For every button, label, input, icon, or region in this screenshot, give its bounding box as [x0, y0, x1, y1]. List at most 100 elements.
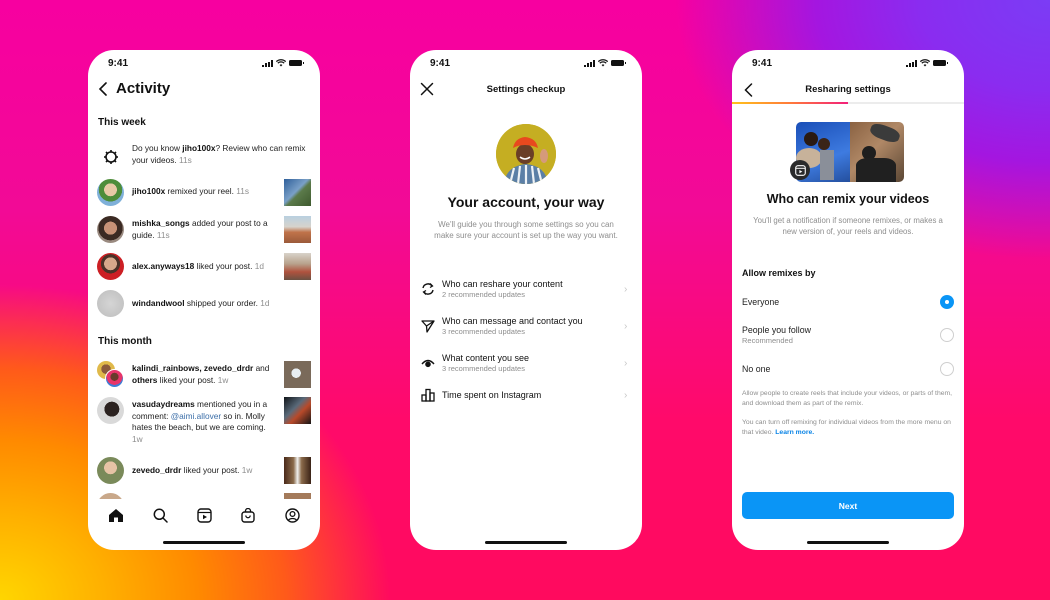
avatar[interactable]	[97, 397, 124, 424]
activity-item[interactable]: windandwool shipped your order. 1d	[97, 290, 311, 317]
activity-text: Do you know jiho100x? Review who can rem…	[132, 143, 306, 165]
signal-icon	[906, 59, 917, 67]
chevron-right-icon: ›	[624, 357, 628, 369]
settings-checkup-phone: 9:41 Settings checkup Your account, your…	[410, 50, 642, 550]
tab-shop[interactable]	[238, 505, 258, 525]
settings-row-title: What content you see	[442, 353, 530, 363]
avatar[interactable]	[97, 457, 124, 484]
settings-row-message[interactable]: Who can message and contact you 3 recomm…	[418, 311, 634, 341]
activity-text: jiho100x remixed your reel. 11s	[132, 186, 250, 196]
tab-search[interactable]	[150, 505, 170, 525]
avatar[interactable]	[97, 290, 124, 317]
heading: Who can remix your videos	[766, 192, 930, 206]
activity-item[interactable]: vasudaydreams mentioned you in a comment…	[97, 397, 311, 445]
next-button[interactable]: Next	[742, 492, 954, 519]
activity-text: windandwool shipped your order. 1d	[132, 298, 270, 308]
battery-icon	[289, 60, 304, 66]
page-title: Activity	[116, 80, 171, 97]
post-thumbnail[interactable]	[284, 397, 311, 424]
activity-phone: 9:41 Activity This week Do you know jiho…	[88, 50, 320, 550]
progress-bar-fill	[732, 102, 848, 104]
wifi-icon	[598, 59, 608, 67]
option-no-one[interactable]: No one	[742, 362, 954, 376]
activity-text: mishka_songs added your post to a guide.…	[132, 218, 268, 240]
radio-button[interactable]	[940, 295, 954, 309]
status-bar: 9:41	[732, 50, 964, 78]
wifi-icon	[276, 59, 286, 67]
profile-hero-image	[496, 124, 556, 184]
settings-gear-icon	[97, 143, 124, 170]
subtitle: You'll get a notification if someone rem…	[753, 216, 943, 236]
group-avatar[interactable]	[97, 361, 124, 388]
chevron-right-icon: ›	[624, 320, 628, 332]
learn-more-link[interactable]: Learn more.	[775, 429, 814, 436]
home-icon	[109, 508, 123, 522]
remix-turn-off-note: You can turn off remixing for individual…	[742, 419, 951, 436]
tab-bar	[88, 500, 320, 530]
post-thumbnail[interactable]	[284, 253, 311, 280]
nav-title: Resharing settings	[805, 84, 891, 95]
settings-row-subtitle: 2 recommended updates	[442, 290, 525, 299]
subtitle: We'll guide you through some settings so…	[434, 220, 618, 240]
activity-item-partial	[97, 493, 311, 499]
wifi-icon	[920, 59, 930, 67]
status-bar: 9:41	[410, 50, 642, 78]
avatar	[105, 369, 124, 388]
settings-row-title: Who can message and contact you	[442, 316, 583, 326]
post-thumbnail[interactable]	[284, 457, 311, 484]
profile-icon	[284, 507, 300, 523]
tab-home[interactable]	[106, 505, 126, 525]
tab-profile[interactable]	[282, 505, 302, 525]
activity-text: zevedo_drdr liked your post. 1w	[132, 465, 253, 475]
activity-item[interactable]: jiho100x remixed your reel. 11s	[97, 179, 311, 206]
radio-button[interactable]	[940, 328, 954, 342]
tab-reels[interactable]	[194, 505, 214, 525]
chevron-right-icon: ›	[624, 389, 628, 401]
options-label: Allow remixes by	[742, 268, 816, 278]
home-indicator	[485, 541, 567, 544]
eye-icon	[418, 356, 438, 370]
back-chevron-icon[interactable]	[98, 81, 108, 96]
chevron-right-icon: ›	[624, 283, 628, 295]
avatar[interactable]	[97, 253, 124, 280]
reels-badge	[790, 160, 810, 180]
nav-title: Settings checkup	[486, 84, 566, 95]
settings-row-reshare[interactable]: Who can reshare your content 2 recommend…	[418, 274, 634, 304]
signal-icon	[262, 59, 273, 67]
progress-bar	[732, 102, 964, 104]
nav-bar: Resharing settings	[732, 80, 964, 100]
settings-row-content[interactable]: What content you see 3 recommended updat…	[418, 348, 634, 378]
section-heading-this-month: This month	[98, 336, 152, 347]
reshare-icon	[418, 282, 438, 296]
activity-text: alex.anyways18 liked your post. 1d	[132, 261, 264, 271]
settings-row-title: Time spent on Instagram	[442, 390, 542, 400]
settings-row-title: Who can reshare your content	[442, 279, 563, 289]
option-everyone[interactable]: Everyone	[742, 295, 954, 309]
activity-text: kalindi_rainbows, zevedo_drdr and others…	[132, 363, 270, 385]
post-thumbnail[interactable]	[284, 361, 311, 388]
resharing-settings-phone: 9:41 Resharing settings Who can remix yo…	[732, 50, 964, 550]
avatar[interactable]	[97, 216, 124, 243]
activity-item[interactable]: kalindi_rainbows, zevedo_drdr and others…	[97, 361, 311, 388]
avatar[interactable]	[97, 179, 124, 206]
settings-row-time-spent[interactable]: Time spent on Instagram ›	[418, 380, 634, 410]
bar-chart-icon	[418, 388, 438, 402]
home-indicator	[807, 541, 889, 544]
post-thumbnail[interactable]	[284, 216, 311, 243]
heading: Your account, your way	[447, 194, 605, 210]
section-heading-this-week: This week	[98, 117, 146, 128]
activity-prompt[interactable]: Do you know jiho100x? Review who can rem…	[97, 143, 311, 170]
settings-row-subtitle: 3 recommended updates	[442, 327, 525, 336]
post-thumbnail	[284, 493, 311, 499]
activity-text: vasudaydreams mentioned you in a comment…	[132, 399, 268, 444]
remix-info-note: Allow people to create reels that includ…	[742, 390, 953, 407]
radio-button[interactable]	[940, 362, 954, 376]
activity-item[interactable]: zevedo_drdr liked your post. 1w	[97, 457, 311, 484]
home-indicator	[163, 541, 245, 544]
post-thumbnail[interactable]	[284, 179, 311, 206]
option-people-you-follow[interactable]: People you follow Recommended	[742, 325, 954, 345]
activity-item[interactable]: mishka_songs added your post to a guide.…	[97, 216, 311, 243]
remix-preview-image	[796, 122, 904, 182]
activity-item[interactable]: alex.anyways18 liked your post. 1d	[97, 253, 311, 280]
signal-icon	[584, 59, 595, 67]
